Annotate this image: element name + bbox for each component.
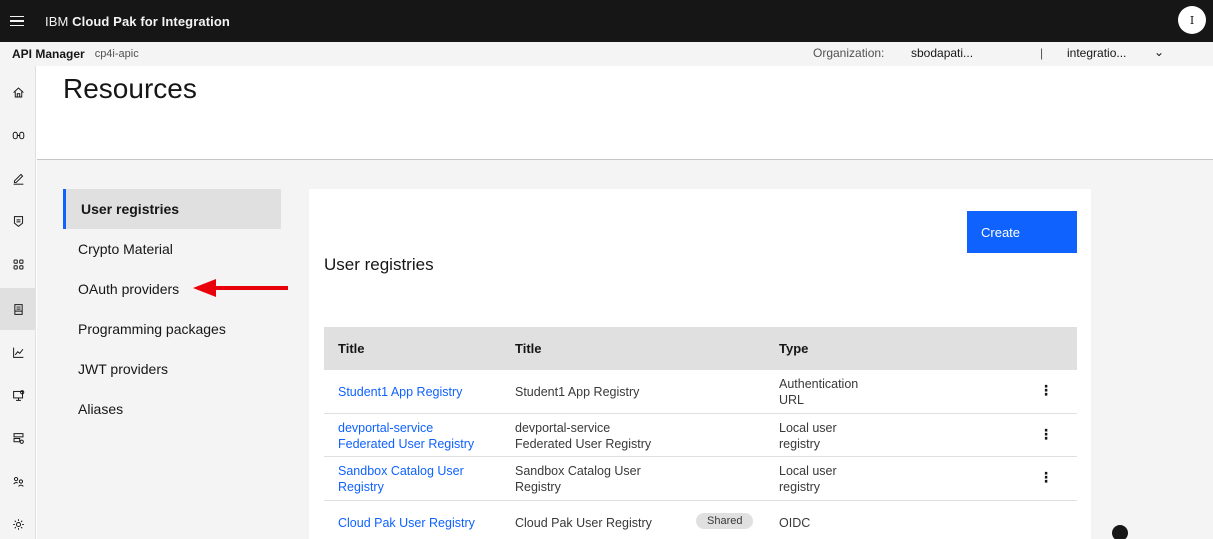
registry-type-line: Authentication (779, 377, 859, 391)
page-header: Resources (37, 66, 1213, 160)
catalog-grid-icon[interactable] (0, 243, 36, 285)
registry-link-line: Registry (338, 480, 384, 494)
registry-link[interactable]: Cloud Pak User Registry (338, 515, 475, 531)
registry-type-line: Local user (779, 421, 837, 435)
registries-table: Title Title Type Student1 App Registry S… (324, 327, 1077, 539)
top-header: IBM Cloud Pak for Integration I (0, 0, 1213, 42)
develop-icon[interactable] (0, 157, 36, 199)
user-avatar[interactable]: I (1178, 6, 1206, 34)
registry-link[interactable]: devportal-service Federated User Registr… (338, 420, 474, 452)
home-icon[interactable] (0, 71, 36, 113)
organization-label: Organization: (813, 46, 885, 60)
brand-prefix: IBM (45, 13, 69, 29)
registry-title: devportal-service Federated User Registr… (515, 420, 651, 452)
registry-link-line: Federated User Registry (338, 437, 475, 451)
registry-type-line: registry (779, 480, 820, 494)
registry-title: Student1 App Registry (515, 385, 640, 399)
products-icon[interactable] (0, 417, 36, 459)
registry-type-line: registry (779, 437, 820, 451)
context-bar: API Manager cp4i-apic Organization: sbod… (0, 42, 1213, 66)
apis-icon[interactable] (0, 114, 36, 156)
page-title: Resources (63, 73, 197, 104)
overflow-menu-icon[interactable]: ⋮ (1039, 469, 1053, 486)
shared-tag: Shared (696, 513, 754, 529)
registry-title-line: devportal-service (515, 421, 611, 435)
registry-type: Authentication URL (779, 376, 858, 408)
registry-link-line: Sandbox Catalog User (338, 464, 464, 478)
settings-icon[interactable] (0, 503, 36, 539)
column-header-title-2[interactable]: Title (515, 341, 542, 356)
hamburger-menu-icon[interactable] (0, 0, 34, 42)
registry-title: Cloud Pak User Registry (515, 516, 652, 530)
left-rail (0, 66, 36, 539)
registry-link[interactable]: Sandbox Catalog User Registry (338, 463, 464, 495)
annotation-arrow-icon (193, 279, 288, 297)
sidenav-item-user-registries[interactable]: User registries (63, 189, 281, 229)
test-icon[interactable] (0, 374, 36, 416)
sidenav-item-jwt-providers[interactable]: JWT providers (63, 349, 281, 389)
registry-title-line: Registry (515, 480, 561, 494)
registry-title: Sandbox Catalog User Registry (515, 463, 641, 495)
members-icon[interactable] (0, 460, 36, 502)
main-content: User registries Crypto Material OAuth pr… (37, 160, 1213, 539)
catalog-select[interactable]: integratio... (1067, 46, 1126, 60)
context-separator: | (1040, 46, 1044, 60)
organization-select[interactable]: sbodapati... (911, 46, 973, 60)
instance-name: cp4i-apic (94, 48, 139, 60)
registry-title-line: Sandbox Catalog User (515, 464, 641, 478)
brand-title[interactable]: IBM Cloud Pak for Integration (45, 14, 230, 29)
sidenav-item-programming-packages[interactable]: Programming packages (63, 309, 281, 349)
registry-type-line: URL (779, 393, 805, 407)
column-header-title[interactable]: Title (338, 341, 365, 356)
overflow-menu-icon[interactable]: ⋮ (1039, 382, 1053, 399)
registry-type: Local user registry (779, 463, 837, 495)
registry-title-line: Federated User Registry (515, 437, 652, 451)
user-registries-card: Create User registries Title Title Type … (309, 189, 1091, 539)
analytics-icon[interactable] (0, 331, 36, 373)
column-header-type[interactable]: Type (779, 341, 808, 356)
create-button[interactable]: Create (967, 211, 1077, 253)
table-row: Student1 App Registry Student1 App Regis… (324, 370, 1077, 414)
table-row: Cloud Pak User Registry Cloud Pak User R… (324, 501, 1077, 539)
registry-type: Local user registry (779, 420, 837, 452)
registry-link[interactable]: Student1 App Registry (338, 384, 462, 400)
chevron-down-icon[interactable]: ⌄ (1154, 45, 1164, 59)
table-row: Sandbox Catalog User Registry Sandbox Ca… (324, 457, 1077, 501)
registry-type: OIDC (779, 516, 811, 530)
sidenav-item-aliases[interactable]: Aliases (63, 389, 281, 429)
resources-icon[interactable] (0, 288, 36, 330)
sidenav-item-crypto-material[interactable]: Crypto Material (63, 229, 281, 269)
card-title: User registries (324, 255, 434, 274)
registry-link-line: devportal-service (338, 421, 434, 435)
registry-type-line: Local user (779, 464, 837, 478)
brand-name: Cloud Pak for Integration (72, 13, 230, 29)
table-header: Title Title Type (324, 327, 1077, 370)
overflow-menu-icon[interactable]: ⋮ (1039, 426, 1053, 443)
resources-sidenav: User registries Crypto Material OAuth pr… (63, 189, 281, 429)
help-icon[interactable] (1112, 525, 1128, 539)
product-name: API Manager (12, 47, 85, 61)
table-row: devportal-service Federated User Registr… (324, 414, 1077, 457)
manage-icon[interactable] (0, 200, 36, 242)
